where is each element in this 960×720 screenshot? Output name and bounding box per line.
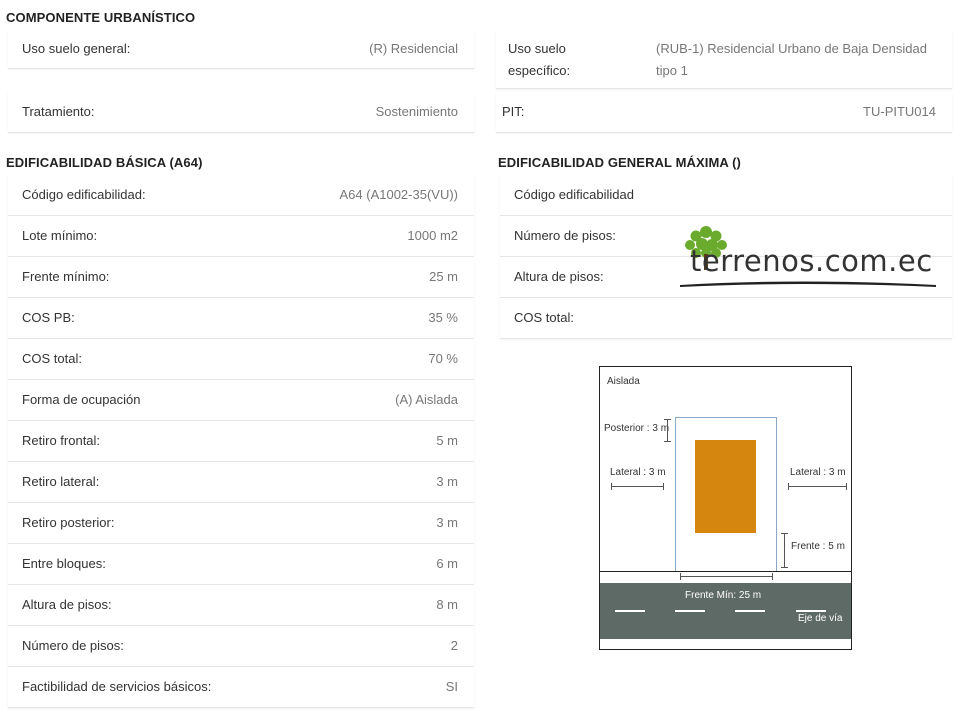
row-pit: PIT: TU-PITU014 bbox=[496, 92, 952, 133]
row-value: TU-PITU014 bbox=[863, 104, 936, 119]
ocupacion-diagram: Aislada Posterior : 3 m Lateral : 3 m La… bbox=[599, 366, 852, 650]
logo-text: terrenos.com.ec bbox=[690, 244, 933, 278]
diagram-title: Aislada bbox=[607, 376, 640, 387]
road: Frente Mín: 25 m Eje de vía bbox=[600, 583, 851, 639]
row-label: Lote mínimo: bbox=[22, 228, 98, 243]
row-value-line-2: tipo 1 bbox=[656, 63, 688, 78]
frente-min-dimension bbox=[680, 576, 772, 577]
table-row: Entre bloques: 6 m bbox=[8, 544, 474, 585]
table-row: Retiro lateral: 3 m bbox=[8, 462, 474, 503]
lateral-left-label: Lateral : 3 m bbox=[610, 467, 666, 478]
row-uso-suelo-especifico: Uso suelo específico: (RUB-1) Residencia… bbox=[496, 30, 952, 89]
table-row: Retiro frontal: 5 m bbox=[8, 421, 474, 462]
terrenos-logo: terrenos.com.ec bbox=[680, 222, 938, 288]
row-label: Factibilidad de servicios básicos: bbox=[22, 679, 212, 694]
section-title-edificabilidad-maxima: EDIFICABILIDAD GENERAL MÁXIMA () bbox=[498, 155, 741, 170]
row-label: Uso suelo específico: bbox=[508, 38, 570, 82]
table-row: Código edificabilidad bbox=[500, 175, 952, 216]
row-label: Altura de pisos: bbox=[514, 269, 604, 284]
section-title-edificabilidad-basica: EDIFICABILIDAD BÁSICA (A64) bbox=[6, 155, 203, 170]
row-value: Sostenimiento bbox=[375, 104, 458, 119]
row-value: 3 m bbox=[436, 515, 458, 530]
row-label: Código edificabilidad: bbox=[22, 187, 146, 202]
row-label: Tratamiento: bbox=[22, 104, 95, 119]
row-value: (RUB-1) Residencial Urbano de Baja Densi… bbox=[656, 38, 927, 82]
row-label-line-2: específico: bbox=[508, 63, 571, 78]
row-value-line-1: (RUB-1) Residencial Urbano de Baja Densi… bbox=[656, 41, 927, 56]
row-value: 2 bbox=[450, 638, 458, 653]
table-row: Forma de ocupación (A) Aislada bbox=[8, 380, 474, 421]
row-value: 5 m bbox=[436, 433, 458, 448]
row-label-line-1: Uso suelo bbox=[508, 41, 566, 56]
row-label: Entre bloques: bbox=[22, 556, 106, 571]
row-label: Retiro lateral: bbox=[22, 474, 100, 489]
row-value: (A) Aislada bbox=[395, 392, 458, 407]
row-label: COS total: bbox=[22, 351, 82, 366]
lateral-right-label: Lateral : 3 m bbox=[790, 467, 846, 478]
table-row: Número de pisos: 2 bbox=[8, 626, 474, 667]
row-value: 3 m bbox=[436, 474, 458, 489]
street-line bbox=[600, 571, 851, 572]
building-footprint bbox=[695, 440, 756, 533]
table-row: Retiro posterior: 3 m bbox=[8, 503, 474, 544]
row-value: 25 m bbox=[429, 269, 458, 284]
table-row: COS total: bbox=[500, 298, 952, 339]
table-row: Lote mínimo: 1000 m2 bbox=[8, 216, 474, 257]
row-value: 8 m bbox=[436, 597, 458, 612]
lateral-left-dimension bbox=[611, 486, 663, 487]
table-row: Frente mínimo: 25 m bbox=[8, 257, 474, 298]
row-label: COS PB: bbox=[22, 310, 75, 325]
posterior-dimension bbox=[667, 419, 668, 441]
table-row: Código edificabilidad: A64 (A1002-35(VU)) bbox=[8, 175, 474, 216]
table-row: Altura de pisos: 8 m bbox=[8, 585, 474, 626]
posterior-label: Posterior : 3 m bbox=[604, 423, 670, 434]
row-value: SI bbox=[445, 679, 458, 694]
row-label: COS total: bbox=[514, 310, 574, 325]
lane-mark bbox=[735, 610, 765, 612]
eje-via-label: Eje de vía bbox=[798, 613, 843, 624]
row-value: (R) Residencial bbox=[369, 41, 458, 56]
row-label: Retiro frontal: bbox=[22, 433, 101, 448]
frente-label: Frente : 5 m bbox=[791, 541, 845, 552]
table-row: COS PB: 35 % bbox=[8, 298, 474, 339]
lateral-right-dimension bbox=[788, 486, 846, 487]
table-row: COS total: 70 % bbox=[8, 339, 474, 380]
row-value: 70 % bbox=[428, 351, 458, 366]
row-uso-suelo-general: Uso suelo general: (R) Residencial bbox=[8, 30, 474, 69]
lane-mark bbox=[615, 610, 645, 612]
row-value: 6 m bbox=[436, 556, 458, 571]
row-label: Frente mínimo: bbox=[22, 269, 110, 284]
section-title-componente-urbanistico: COMPONENTE URBANÍSTICO bbox=[6, 10, 196, 25]
lane-mark bbox=[675, 610, 705, 612]
row-label: Uso suelo general: bbox=[22, 41, 131, 56]
row-label: Código edificabilidad bbox=[514, 187, 634, 202]
row-label: PIT: bbox=[502, 104, 525, 119]
row-value: A64 (A1002-35(VU)) bbox=[339, 187, 459, 202]
frente-dimension bbox=[784, 533, 785, 567]
row-value: 1000 m2 bbox=[407, 228, 458, 243]
row-tratamiento: Tratamiento: Sostenimiento bbox=[8, 92, 474, 133]
lane-mark bbox=[796, 610, 826, 612]
row-value: 35 % bbox=[428, 310, 458, 325]
row-label: Altura de pisos: bbox=[22, 597, 112, 612]
frente-min-label: Frente Mín: 25 m bbox=[685, 590, 762, 601]
row-label: Número de pisos: bbox=[22, 638, 124, 653]
row-label: Retiro posterior: bbox=[22, 515, 115, 530]
row-label: Forma de ocupación bbox=[22, 392, 141, 407]
row-label: Número de pisos: bbox=[514, 228, 616, 243]
table-row: Factibilidad de servicios básicos: SI bbox=[8, 667, 474, 708]
